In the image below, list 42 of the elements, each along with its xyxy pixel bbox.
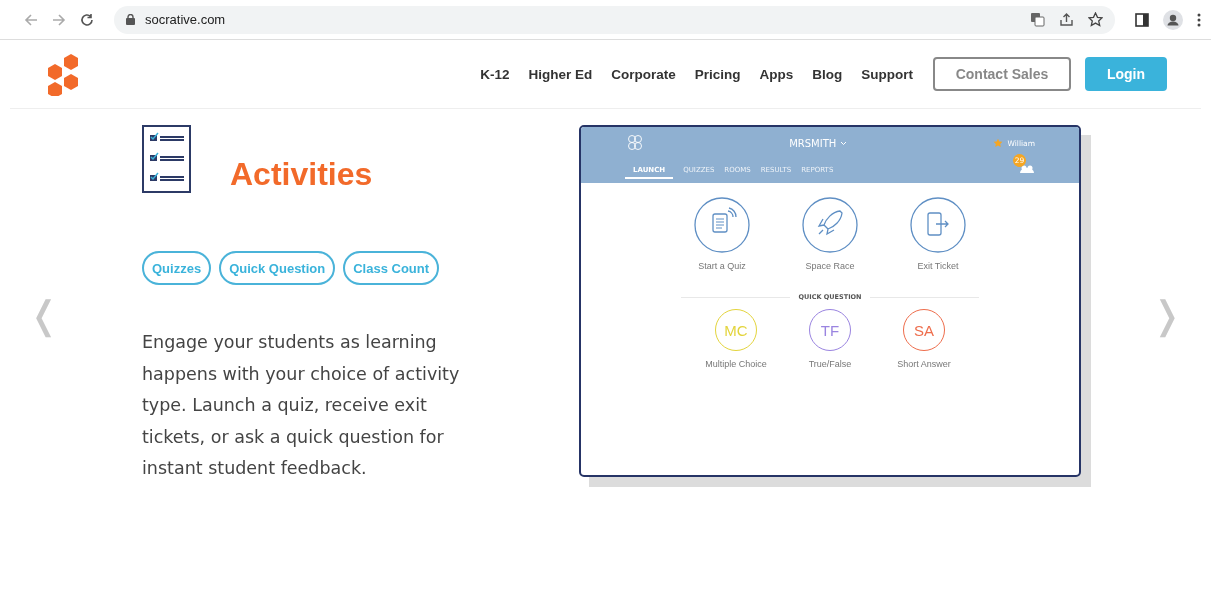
activity-label: Space Race: [805, 261, 855, 271]
tag-button[interactable]: Quizzes: [142, 251, 212, 285]
checklist-icon: [142, 125, 192, 195]
url-text: socrative.com: [145, 12, 226, 27]
question-type-label: Multiple Choice: [705, 359, 767, 369]
translate-icon[interactable]: [1030, 12, 1045, 27]
nav-link[interactable]: K-12: [480, 66, 510, 82]
students-icon[interactable]: [1019, 165, 1035, 173]
address-bar[interactable]: socrative.com: [114, 5, 1115, 34]
menu-icon[interactable]: [1197, 12, 1201, 27]
tag-button[interactable]: Class Count: [343, 251, 440, 285]
back-icon[interactable]: [24, 12, 38, 27]
nav-link[interactable]: Support: [861, 66, 913, 82]
description-text: Engage your students as learning happens with your choice of activity type. Launch a quiz, receive exit tickets, or ask a quick question for instant student feedback.: [142, 331, 461, 480]
app-logo-icon: [627, 134, 643, 152]
room-name[interactable]: MRSMITH: [789, 137, 837, 149]
forward-icon[interactable]: [52, 12, 66, 27]
share-icon[interactable]: [1059, 12, 1074, 27]
activity-label: Start a Quiz: [698, 261, 746, 271]
side-panel-icon[interactable]: [1135, 12, 1149, 27]
activity-label: Exit Ticket: [917, 261, 959, 271]
section-heading: Activities: [230, 156, 373, 193]
question-type-label: Short Answer: [897, 359, 951, 369]
nav-link[interactable]: Apps: [759, 66, 794, 82]
login-button[interactable]: Login: [1085, 57, 1167, 91]
logo-icon[interactable]: [46, 52, 80, 96]
chevron-down-icon[interactable]: [840, 140, 848, 146]
rocket-icon[interactable]: [802, 197, 858, 253]
quiz-icon[interactable]: [694, 197, 750, 253]
profile-icon[interactable]: [1163, 9, 1183, 30]
nav-link[interactable]: Higher Ed: [528, 66, 593, 82]
star-icon[interactable]: [1088, 12, 1103, 27]
exit-icon[interactable]: [910, 197, 966, 253]
nav-link[interactable]: Pricing: [694, 66, 741, 82]
lock-icon: [126, 14, 135, 25]
nav-link[interactable]: Blog: [812, 66, 843, 82]
contact-sales-button[interactable]: Contact Sales: [933, 57, 1071, 91]
question-type-label: True/False: [808, 359, 852, 369]
star-icon: [993, 138, 1004, 148]
nav-link[interactable]: Corporate: [611, 66, 676, 82]
reload-icon[interactable]: [80, 12, 94, 27]
tag-button[interactable]: Quick Question: [219, 251, 336, 285]
